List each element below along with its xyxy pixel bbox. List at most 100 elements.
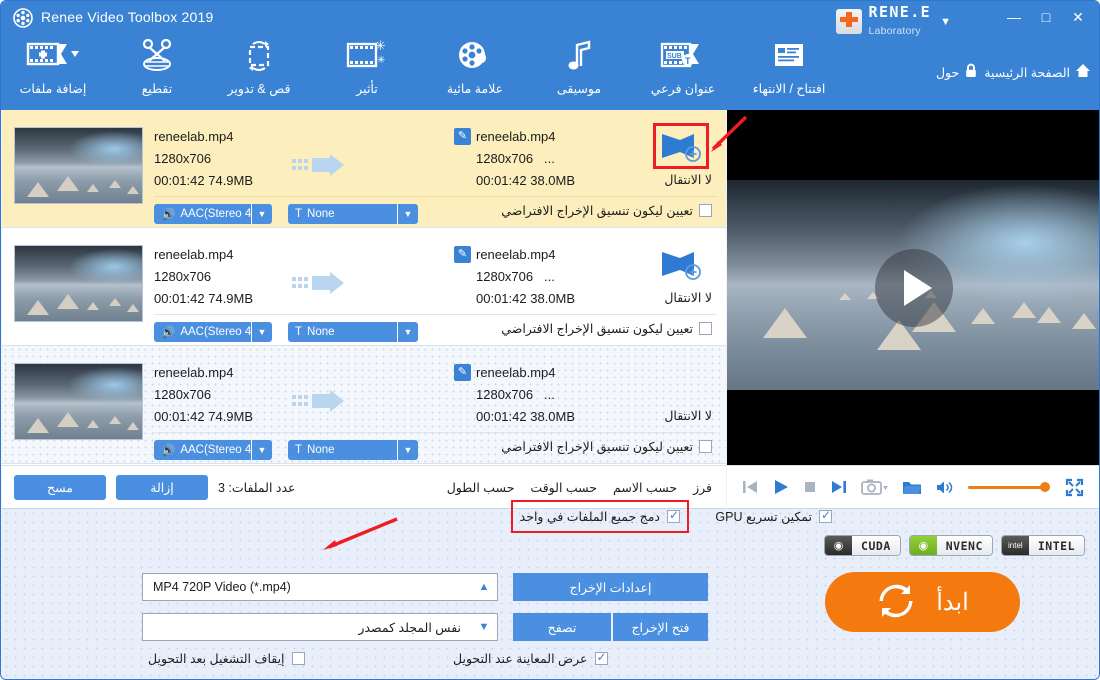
- output-folder-select[interactable]: نفس المجلد كمصدر ▼: [142, 613, 498, 641]
- checkbox-box[interactable]: [291, 652, 305, 665]
- transition-add-icon[interactable]: [660, 248, 702, 280]
- app-title: Renee Video Toolbox 2019: [41, 9, 214, 25]
- toolbar-label: علامة مائية: [446, 82, 504, 96]
- volume-icon[interactable]: [935, 479, 955, 496]
- chevron-down-icon[interactable]: ▼: [251, 204, 272, 224]
- default-format-checkbox[interactable]: تعيين ليكون تنسيق الإخراج الافتراضي: [501, 439, 712, 454]
- title-bar: Renee Video Toolbox 2019 RENE.E Laborato…: [1, 1, 1099, 36]
- source-duration: 00:01:42: [154, 291, 205, 306]
- minimize-button[interactable]: —: [999, 4, 1029, 30]
- chevron-down-icon[interactable]: ▼: [940, 16, 951, 28]
- gpu-chip-nvenc[interactable]: ◉ NVENC: [908, 535, 993, 556]
- show-preview-checkbox[interactable]: عرض المعاينة عند التحويل: [453, 650, 608, 666]
- fullscreen-icon[interactable]: [1065, 478, 1084, 497]
- output-duration: 00:01:42: [476, 291, 527, 306]
- audio-track-dropdown[interactable]: 🔊 AAC(Stereo 4 ▼: [154, 440, 272, 460]
- toolbar-item-subtitle[interactable]: SUB T عنوان فرعي: [635, 39, 731, 96]
- checkbox-box[interactable]: [819, 508, 832, 523]
- audio-track-value: AAC(Stereo 4: [180, 208, 251, 220]
- row-divider: [154, 196, 716, 197]
- toolbar-item-music[interactable]: موسيقى: [531, 39, 627, 96]
- maximize-button[interactable]: □: [1031, 4, 1061, 30]
- subtitle-track-value: None: [307, 326, 335, 338]
- default-format-label: تعيين ليكون تنسيق الإخراج الافتراضي: [501, 322, 693, 336]
- subtitle-track-dropdown[interactable]: T None ▼: [288, 204, 418, 224]
- checkbox-box[interactable]: [594, 650, 608, 665]
- folder-icon[interactable]: [902, 479, 922, 496]
- effect-icon: ✳ ✳: [319, 38, 415, 79]
- volume-slider[interactable]: [968, 482, 1050, 492]
- toolbar-label: إضافة ملفات: [19, 82, 87, 96]
- chevron-up-icon[interactable]: ▲: [471, 581, 497, 593]
- pencil-icon[interactable]: ✎: [454, 364, 471, 381]
- close-button[interactable]: ✕: [1063, 4, 1093, 30]
- default-format-checkbox[interactable]: تعيين ليكون تنسيق الإخراج الافتراضي: [501, 203, 712, 218]
- source-filename: reneelab.mp4: [154, 365, 234, 380]
- subtitle-icon: SUB T: [635, 39, 731, 79]
- chevron-down-icon[interactable]: ▼: [251, 440, 272, 460]
- clear-button[interactable]: مسح: [14, 475, 106, 500]
- browse-button[interactable]: تصفح: [513, 613, 611, 641]
- source-resolution: 1280x706: [154, 387, 212, 402]
- shutdown-after-convert-checkbox[interactable]: إيقاف التشغيل بعد التحويل: [148, 651, 305, 666]
- gpu-chip-intel[interactable]: intel INTEL: [1000, 535, 1085, 556]
- audio-track-dropdown[interactable]: 🔊 AAC(Stereo 4 ▼: [154, 204, 272, 224]
- play-icon[interactable]: [772, 478, 790, 496]
- sort-by-name-button[interactable]: حسب الاسم: [613, 480, 677, 495]
- checkbox-box[interactable]: [699, 322, 712, 335]
- table-row[interactable]: reneelab.mp4 1280x706 00:01:42 74.9MB ✎ …: [2, 228, 726, 346]
- chevron-down-icon[interactable]: ▼: [251, 322, 272, 342]
- toolbar-item-trim[interactable]: تقطيع: [109, 38, 205, 96]
- subtitle-track-dropdown[interactable]: T None ▼: [288, 440, 418, 460]
- snapshot-camera-icon[interactable]: [861, 478, 889, 496]
- sort-by-length-button[interactable]: حسب الطول: [447, 480, 515, 495]
- gpu-acceleration-checkbox[interactable]: تمكين تسريع GPU: [715, 508, 832, 524]
- chevron-down-icon[interactable]: ▼: [397, 440, 418, 460]
- table-row[interactable]: reneelab.mp4 1280x706 00:01:42 74.9MB ✎ …: [2, 110, 726, 228]
- transition-label: لا الانتقال: [664, 173, 712, 187]
- skip-previous-icon[interactable]: [741, 478, 759, 496]
- output-settings-button[interactable]: إعدادات الإخراج: [513, 573, 708, 601]
- skip-next-icon[interactable]: [830, 478, 848, 496]
- pencil-icon[interactable]: ✎: [454, 246, 471, 263]
- output-metadata: reneelab.mp4 1280x706 ... 00:01:42 38.0M…: [476, 362, 575, 428]
- chevron-down-icon[interactable]: ▼: [397, 322, 418, 342]
- merge-all-checkbox[interactable]: دمج جميع الملفات في واحد: [510, 500, 690, 533]
- gpu-chip-cuda[interactable]: ◉ CUDA: [824, 535, 901, 556]
- toolbar-item-intro-outro[interactable]: افتتاح / الانتهاء: [741, 39, 837, 96]
- home-link[interactable]: الصفحة الرئيسية: [984, 63, 1091, 81]
- watermark-icon: [427, 39, 523, 79]
- preview-label: عرض المعاينة عند التحويل: [453, 652, 588, 666]
- play-circle-icon[interactable]: [874, 248, 953, 327]
- transition-add-icon[interactable]: [653, 123, 709, 169]
- checkbox-box[interactable]: [699, 204, 712, 217]
- open-output-button[interactable]: فتح الإخراج: [613, 613, 708, 641]
- chevron-down-icon[interactable]: ▼: [471, 621, 497, 633]
- pencil-icon[interactable]: ✎: [454, 128, 471, 145]
- scissors-icon: [109, 38, 205, 79]
- file-list[interactable]: reneelab.mp4 1280x706 00:01:42 74.9MB ✎ …: [2, 110, 726, 465]
- output-format-select[interactable]: MP4 720P Video (*.mp4) ▲: [142, 573, 498, 601]
- table-row[interactable]: reneelab.mp4 1280x706 00:01:42 74.9MB ✎ …: [2, 346, 726, 464]
- gpu-chip-label: NVENC: [936, 536, 992, 555]
- remove-button[interactable]: إزالة: [116, 475, 208, 500]
- source-size: 74.9MB: [208, 409, 254, 424]
- toolbar-item-watermark[interactable]: علامة مائية: [427, 39, 523, 96]
- about-link[interactable]: حول: [936, 63, 978, 81]
- start-button[interactable]: ابدأ: [825, 572, 1020, 632]
- sort-by-time-button[interactable]: حسب الوقت: [530, 480, 597, 495]
- toolbar-item-add-files[interactable]: إضافة ملفات: [5, 39, 101, 96]
- chevron-down-icon[interactable]: ▼: [397, 204, 418, 224]
- default-format-checkbox[interactable]: تعيين ليكون تنسيق الإخراج الافتراضي: [501, 321, 712, 336]
- toolbar-item-effect[interactable]: ✳ ✳ تأثير: [319, 38, 415, 96]
- checkbox-box[interactable]: [699, 440, 712, 453]
- video-preview[interactable]: [727, 110, 1099, 465]
- checkbox-box[interactable]: [667, 508, 680, 523]
- output-size: 38.0MB: [530, 409, 576, 424]
- audio-track-dropdown[interactable]: 🔊 AAC(Stereo 4 ▼: [154, 322, 272, 342]
- stop-icon[interactable]: [803, 480, 817, 494]
- output-size: 38.0MB: [530, 173, 576, 188]
- row-divider: [154, 432, 716, 433]
- subtitle-track-dropdown[interactable]: T None ▼: [288, 322, 418, 342]
- toolbar-item-crop-rotate[interactable]: قص & تدوير: [211, 39, 307, 96]
